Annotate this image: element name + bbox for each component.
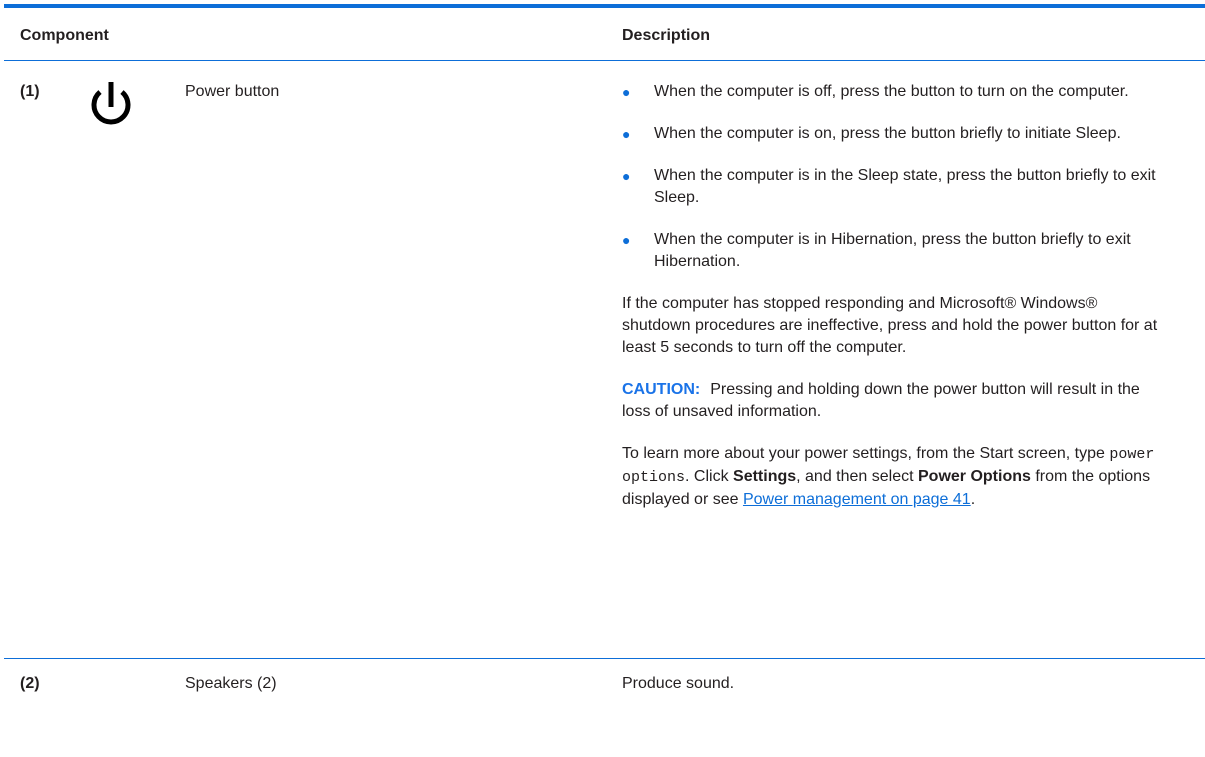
bullet-icon: ● (622, 168, 631, 184)
list-item: ● When the computer is off, press the bu… (622, 81, 1164, 103)
learn-more-paragraph: To learn more about your power settings,… (622, 443, 1162, 511)
caution-note: CAUTION: Pressing and holding down the po… (622, 379, 1162, 423)
power-icon (87, 80, 135, 132)
power-options-term: Power Options (918, 468, 1031, 485)
settings-term: Settings (733, 468, 797, 485)
row-number: (2) (20, 675, 40, 692)
table-header-row: Component Description (4, 8, 1205, 61)
list-item: ● When the computer is in the Sleep stat… (622, 165, 1164, 209)
bullet-icon: ● (622, 84, 631, 100)
component-description: Produce sound. (622, 675, 735, 692)
column-header-component: Component (20, 27, 109, 44)
bullet-text: When the computer is in the Sleep state,… (654, 167, 1156, 206)
learn-more-text: To learn more about your power settings,… (622, 445, 1110, 462)
component-name: Speakers (2) (185, 675, 277, 692)
list-item: ● When the computer is in Hibernation, p… (622, 229, 1164, 273)
learn-more-text: . (970, 491, 976, 508)
bullet-icon: ● (622, 126, 631, 142)
power-management-link[interactable]: Power management on page 41 (743, 491, 971, 508)
component-table: Component Description (1) Power button ●… (4, 4, 1205, 704)
component-description: ● When the computer is off, press the bu… (622, 81, 1192, 531)
bullet-text: When the computer is off, press the butt… (654, 83, 1129, 100)
learn-more-text: , and then select (796, 468, 918, 485)
list-item: ● When the computer is on, press the but… (622, 123, 1164, 145)
bullet-icon: ● (622, 232, 631, 248)
unresponsive-paragraph: If the computer has stopped responding a… (622, 295, 1158, 356)
component-name: Power button (185, 83, 280, 100)
learn-more-text: . Click (685, 468, 734, 485)
table-row: (2) Speakers (2) Produce sound. (4, 659, 1205, 704)
bullet-text: When the computer is on, press the butto… (654, 125, 1121, 142)
table-row: (1) Power button ● When the computer is … (4, 61, 1205, 659)
caution-label: CAUTION: (622, 381, 701, 398)
column-header-description: Description (622, 27, 711, 44)
row-number: (1) (20, 83, 40, 100)
bullet-text: When the computer is in Hibernation, pre… (654, 231, 1131, 270)
